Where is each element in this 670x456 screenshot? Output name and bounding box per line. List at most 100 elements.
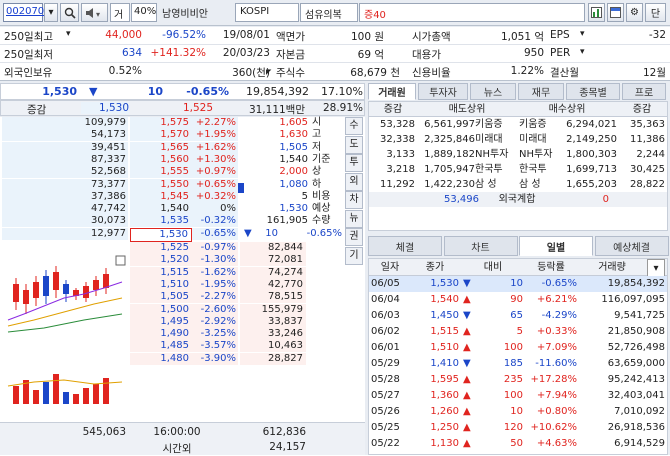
summary-row: 1,630 고 [240,129,344,141]
side-tab[interactable]: 외 [345,172,363,191]
ask-rate: +1.62% [192,141,238,154]
row-diff: 120 [503,422,523,433]
broker-tab[interactable]: 투자자 [418,83,468,100]
broker-tab[interactable]: 종목별 [566,83,620,100]
substitute-price: 950 [523,47,544,59]
bid-price[interactable]: 1,505 [130,291,192,304]
low-date: 20/03/23 [222,47,270,59]
after-hours-qty: 24,157 [269,441,306,453]
ask-price[interactable]: 1,575 [130,117,192,129]
buy-broker: 삼 성 [519,179,541,190]
broker-tab[interactable]: 거래원 [368,83,416,100]
settlement-month: 12월 [642,67,666,79]
ask-qty: 12,977 [2,227,128,240]
bid-price[interactable]: 1,480 [130,352,192,365]
ask-price[interactable]: 1,565 [130,141,192,154]
broker-row[interactable]: 3,133 1,889,182 NH투자 NH투자 1,800,303 2,244 [369,147,667,162]
broker-row[interactable]: 11,292 1,422,230 삼 성삼 성 1,655,203 28,822 [369,177,667,192]
side-tab[interactable]: 권 [345,228,363,246]
label-par-value: 액면가 [276,31,305,43]
speaker-icon[interactable]: ▾ [81,3,108,22]
chart-icon[interactable] [588,3,605,22]
bid-rate: -3.25% [192,328,238,341]
window-icon[interactable] [607,3,624,22]
bid-price[interactable]: 1,490 [130,328,192,341]
bid-price[interactable]: 1,485 [130,340,192,353]
daily-row[interactable]: 06/01 1,510 ▲ 100 +7.09% 52,726,498 [369,340,667,356]
market-cap: 1,051 억 [500,31,544,43]
dropdown-arrow-icon[interactable]: ▾ [44,3,58,22]
bid-price[interactable]: 1,525 [130,242,192,254]
single-view-button[interactable]: 단 [645,3,666,22]
broker-row[interactable]: 3,218 1,705,947 한국투 한국투 1,699,713 30,425 [369,162,667,177]
daily-row[interactable]: 06/03 1,450 ▼ 65 -4.29% 9,541,725 [369,308,667,324]
mini-chart [4,254,128,406]
bid-price[interactable]: 1,510 [130,278,192,291]
broker-tab[interactable]: 프로 [622,83,666,100]
ask-price[interactable]: 1,540 [130,203,192,216]
bid-price[interactable]: 1,520 [130,254,192,267]
side-tab[interactable]: 차 [345,191,363,209]
daily-row[interactable]: 05/28 1,595 ▲ 235 +17.28% 95,242,413 [369,372,667,388]
ask-price[interactable]: 1,545 [130,190,192,203]
row-rate: +7.09% [536,342,577,353]
row-close: 1,510 [430,342,459,353]
dropdown-arrow-icon[interactable]: ▾ [580,29,585,39]
ask-price[interactable]: 1,555 [130,166,192,179]
side-tab[interactable]: 기 [345,246,363,265]
up-arrow-icon: ▲ [463,326,471,337]
broker-tab[interactable]: 재무 [518,83,564,100]
daily-row[interactable]: 05/25 1,250 ▲ 120 +10.62% 26,918,536 [369,420,667,436]
bid-qty: 33,837 [240,315,306,328]
bottom-tab[interactable]: 예상체결 [594,236,669,256]
dropdown-arrow-icon[interactable]: ▾ [580,47,585,57]
bottom-tab-bar: 체결 차트 일별 예상체결 [368,236,670,256]
col-buy-top: 매수상위 [548,104,586,115]
label-capital: 자본금 [276,49,305,61]
summary-label: 기준 [312,153,331,165]
bottom-tab[interactable]: 차트 [443,236,518,256]
side-tab[interactable]: 뉴 [345,209,363,228]
bid-qty: 155,979 [240,303,306,316]
daily-row[interactable]: 05/29 1,410 ▼ 185 -11.60% 63,659,000 [369,356,667,372]
row-rate: -4.29% [541,310,577,321]
ask-price[interactable]: 1,530 [130,227,192,242]
ask-price[interactable]: 1,550 [130,178,192,191]
daily-row[interactable]: 05/26 1,260 ▲ 10 +0.80% 7,010,092 [369,404,667,420]
dropdown-arrow-icon[interactable]: ▾ [66,29,71,39]
broker-tab[interactable]: 뉴스 [470,83,516,100]
broker-row[interactable]: 32,338 2,325,846 미래대 미래대 2,149,250 11,386 [369,132,667,147]
side-tab[interactable]: 수 [345,117,363,135]
chart-expand-icon[interactable] [115,255,126,266]
foreign-total-label: 외국계합 [498,194,536,205]
ask-price[interactable]: 1,570 [130,129,192,142]
daily-row[interactable]: 06/02 1,515 ▲ 5 +0.33% 21,850,908 [369,324,667,340]
ask-price[interactable]: 1,535 [130,215,192,228]
bid-price[interactable]: 1,495 [130,315,192,328]
ask-price[interactable]: 1,560 [130,153,192,166]
daily-row[interactable]: 05/27 1,360 ▲ 100 +7.94% 32,403,041 [369,388,667,404]
summary-label: 상 [312,166,322,178]
sector-label: 섬유의복 [300,3,358,22]
sell-qty: 2,325,846 [424,134,475,145]
row-rate: +4.63% [536,438,577,449]
bottom-tab[interactable]: 체결 [368,236,442,256]
stock-code-input[interactable]: 002070 [3,3,44,22]
summary-row: 1,080 하 [240,179,344,191]
daily-row[interactable]: 06/04 1,540 ▲ 90 +6.21% 116,097,095 [369,292,667,308]
broker-row[interactable]: 53,328 6,561,997 키움증 키움증 6,294,021 35,363 [369,117,667,132]
gear-icon[interactable]: ⚙ [626,3,643,22]
bid-rate: -1.30% [192,254,238,267]
bottom-tab[interactable]: 일별 [519,236,593,256]
bid-price[interactable]: 1,500 [130,303,192,316]
buy-qty: 1,800,303 [566,149,617,160]
daily-row[interactable]: 06/05 1,530 ▼ 10 -0.65% 19,854,392 [369,276,667,292]
search-icon[interactable] [60,3,79,22]
daily-row[interactable]: 05/22 1,130 ▲ 50 +4.63% 6,914,529 [369,436,667,452]
side-tab[interactable]: 투 [345,154,363,172]
row-volume: 32,403,041 [607,390,665,401]
bid-price[interactable]: 1,515 [130,266,192,279]
bid-row[interactable]: 1,525 -0.97% 82,844 [0,242,365,254]
sell-change: 32,338 [380,134,415,145]
side-tab[interactable]: 도 [345,135,363,154]
